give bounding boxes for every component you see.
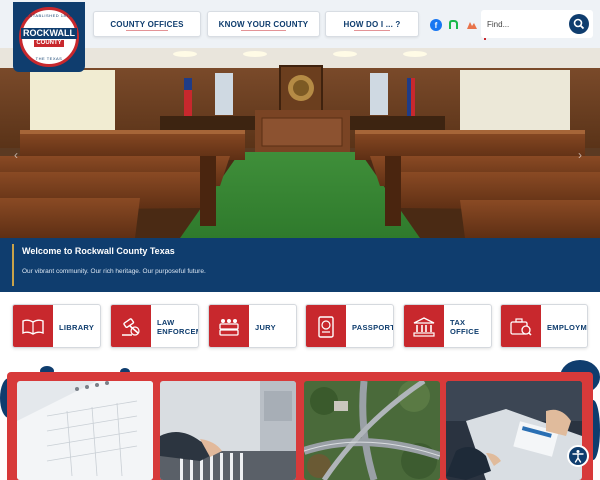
- apple-icon[interactable]: [466, 19, 478, 31]
- search-input[interactable]: [487, 16, 563, 32]
- search-icon: [573, 18, 585, 30]
- county-logo[interactable]: ESTABLISHED 1873 ROCKWALL COUNTY THE TEX…: [13, 2, 85, 72]
- nav-county-offices[interactable]: COUNTY OFFICES: [93, 11, 201, 37]
- logo-established-text: ESTABLISHED 1873: [26, 13, 72, 18]
- quick-link-label: TAX OFFICE: [450, 318, 480, 336]
- courthouse-icon: [404, 305, 444, 347]
- courtroom-illustration: [0, 48, 600, 238]
- calendar-image: [17, 381, 153, 480]
- hero-next-arrow[interactable]: ›: [578, 148, 582, 162]
- highway-image: [304, 381, 440, 480]
- quick-link-employment[interactable]: EMPLOYMEI: [500, 304, 588, 348]
- quick-link-label: LAW ENFORCEM: [157, 318, 199, 336]
- social-links: f: [430, 10, 486, 40]
- welcome-title: Welcome to Rockwall County Texas: [22, 246, 175, 256]
- book-icon: [13, 305, 53, 347]
- quick-link-law-enforcement[interactable]: LAW ENFORCEM: [110, 304, 199, 348]
- site-header: ESTABLISHED 1873 ROCKWALL COUNTY THE TEX…: [0, 0, 600, 72]
- feature-card-calendar[interactable]: [17, 381, 153, 480]
- nav-know-your-county[interactable]: KNOW YOUR COUNTY: [207, 11, 320, 37]
- search-button[interactable]: [569, 14, 589, 34]
- feature-card-business[interactable]: [446, 381, 582, 480]
- featured-section: [0, 360, 600, 480]
- passport-icon: [306, 305, 346, 347]
- quick-link-passport[interactable]: PASSPORT: [305, 304, 394, 348]
- quick-link-label: PASSPORT: [352, 322, 394, 332]
- county-seal: ESTABLISHED 1873 ROCKWALL COUNTY THE TEX…: [19, 7, 79, 67]
- logo-name: ROCKWALL: [21, 27, 77, 39]
- welcome-subtitle: Our vibrant community. Our rich heritage…: [22, 268, 206, 275]
- nextdoor-icon[interactable]: [448, 19, 460, 31]
- welcome-accent-bar: [12, 244, 14, 286]
- hero-prev-arrow[interactable]: ‹: [14, 148, 18, 162]
- facebook-icon[interactable]: f: [430, 19, 442, 31]
- quick-link-label: JURY: [255, 322, 276, 332]
- quick-link-jury[interactable]: JURY: [208, 304, 297, 348]
- quick-link-library[interactable]: LIBRARY: [12, 304, 101, 348]
- jury-icon: [209, 305, 249, 347]
- feature-card-roads[interactable]: [304, 381, 440, 480]
- business-meeting-image: [446, 381, 582, 480]
- logo-sub: COUNTY: [34, 39, 64, 47]
- gavel-icon: [111, 305, 151, 347]
- quick-link-tax-office[interactable]: TAX OFFICE: [403, 304, 492, 348]
- logo-bottom-text: THE TEXAS: [35, 56, 63, 61]
- search-box: [481, 10, 593, 38]
- quick-link-label: LIBRARY: [59, 322, 95, 332]
- feature-card-records[interactable]: [160, 381, 296, 480]
- quick-links: LIBRARY LAW ENFORCEM JURY PASSPORT TAX O…: [0, 292, 600, 360]
- records-image: [160, 381, 296, 480]
- welcome-banner: Welcome to Rockwall County Texas Our vib…: [0, 238, 600, 292]
- hero-courtroom-image: ‹ ›: [0, 48, 600, 238]
- quick-link-label: EMPLOYMEI: [547, 322, 588, 332]
- nav-how-do-i[interactable]: HOW DO I ... ?: [325, 11, 419, 37]
- accessibility-button[interactable]: [567, 445, 589, 467]
- employment-icon: [501, 305, 541, 347]
- accessibility-icon: [572, 450, 584, 463]
